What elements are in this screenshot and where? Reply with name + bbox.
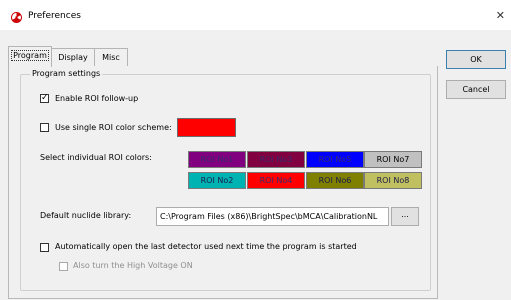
single-color-scheme-checkbox[interactable]: [40, 123, 49, 132]
roi-color-button[interactable]: ROI No4: [247, 172, 305, 189]
roi-color-button[interactable]: ROI No3: [247, 151, 305, 168]
nuclide-library-path-field[interactable]: C:\Program Files (x86)\BrightSpec\bMCA\C…: [156, 207, 389, 226]
ok-button[interactable]: OK: [446, 50, 506, 69]
enable-roi-followup-checkbox[interactable]: ✓: [40, 94, 49, 103]
roi-color-button[interactable]: ROI No8: [364, 172, 422, 189]
title-bar: Preferences ✕: [0, 0, 511, 30]
single-color-swatch[interactable]: [177, 118, 236, 137]
tab-display-label: Display: [58, 53, 88, 62]
close-icon[interactable]: ✕: [496, 9, 505, 22]
radiation-icon: [11, 12, 22, 23]
tab-display[interactable]: Display: [51, 48, 95, 67]
tab-misc-label: Misc: [102, 53, 120, 62]
single-color-scheme-label: Use single ROI color scheme:: [55, 123, 172, 132]
cancel-button-label: Cancel: [462, 85, 490, 94]
ok-button-label: OK: [470, 55, 482, 64]
tab-misc[interactable]: Misc: [94, 48, 128, 67]
auto-open-detector-checkbox[interactable]: [40, 243, 49, 252]
tab-program[interactable]: Program: [8, 46, 52, 67]
individual-colors-label: Select individual ROI colors:: [40, 153, 152, 162]
roi-color-button[interactable]: ROI No7: [364, 151, 422, 168]
group-legend: Program settings: [30, 69, 103, 78]
nuclide-library-label: Default nuclide library:: [40, 211, 132, 220]
auto-open-detector-label: Automatically open the last detector use…: [55, 242, 357, 251]
enable-roi-followup-label: Enable ROI follow-up: [55, 94, 139, 103]
window-title: Preferences: [28, 11, 81, 21]
high-voltage-label: Also turn the High Voltage ON: [73, 261, 193, 270]
browse-button[interactable]: ...: [391, 207, 419, 226]
high-voltage-checkbox: [59, 262, 68, 271]
cancel-button[interactable]: Cancel: [446, 80, 506, 99]
tab-program-label: Program: [11, 50, 49, 61]
check-icon: ✓: [41, 93, 49, 103]
roi-color-button[interactable]: ROI No6: [306, 172, 364, 189]
roi-color-button[interactable]: ROI No2: [188, 172, 246, 189]
roi-color-button[interactable]: ROI No5: [306, 151, 364, 168]
roi-color-button[interactable]: ROI No1: [188, 151, 246, 168]
